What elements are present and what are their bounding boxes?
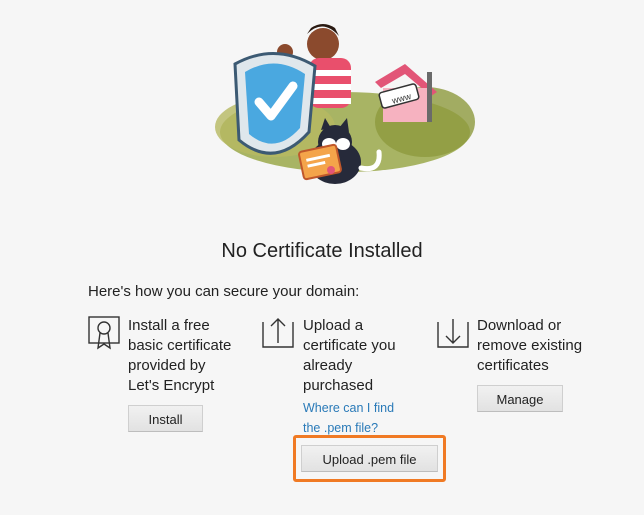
pem-help-link[interactable]: Where can I find the .pem file?	[303, 398, 413, 438]
option-upload-text: Upload a certificate you already purchas…	[303, 317, 396, 394]
upload-pem-button[interactable]: Upload .pem file	[301, 445, 438, 472]
upload-arrow-icon	[262, 318, 294, 348]
download-arrow-icon	[437, 319, 469, 348]
certificate-ribbon-icon	[88, 316, 120, 350]
install-button[interactable]: Install	[128, 405, 203, 432]
page-subtitle: Here's how you can secure your domain:	[88, 283, 360, 300]
option-manage-text: Download or remove existing certificates	[477, 317, 583, 374]
security-illustration: www	[215, 24, 475, 184]
option-install-text: Install a free basic certificate provide…	[128, 317, 232, 394]
shield-icon	[233, 52, 317, 155]
manage-button[interactable]: Manage	[477, 385, 563, 412]
page-title: No Certificate Installed	[221, 240, 423, 262]
